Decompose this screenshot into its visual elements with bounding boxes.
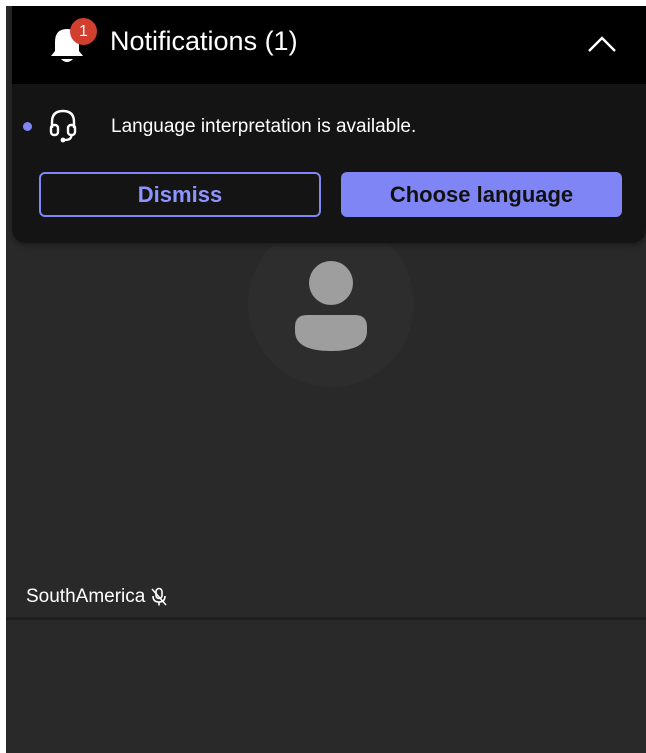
notification-message: Language interpretation is available. <box>111 116 417 137</box>
chevron-up-icon <box>588 36 616 52</box>
participant-name: SouthAmerica <box>26 586 146 607</box>
notifications-header[interactable]: 1 Notifications (1) <box>12 6 646 84</box>
mic-muted-icon <box>151 587 167 606</box>
meeting-stage: SouthAmerica 1 Notifications (1) Languag… <box>6 6 646 753</box>
collapse-notifications-button[interactable] <box>582 24 622 64</box>
notifications-panel: 1 Notifications (1) Language interpretat… <box>12 6 646 243</box>
second-video-tile[interactable] <box>6 620 646 753</box>
notifications-bell: 1 <box>50 18 97 66</box>
participant-name-label: SouthAmerica <box>26 586 168 608</box>
choose-language-button[interactable]: Choose language <box>341 172 622 217</box>
notifications-title: Notifications (1) <box>110 26 298 56</box>
unread-indicator <box>23 122 32 131</box>
notification-item[interactable]: Language interpretation is available. <box>12 106 646 150</box>
headset-icon <box>49 109 77 143</box>
notification-count-badge: 1 <box>70 18 97 45</box>
person-avatar-icon <box>295 261 367 351</box>
dismiss-button[interactable]: Dismiss <box>39 172 321 217</box>
